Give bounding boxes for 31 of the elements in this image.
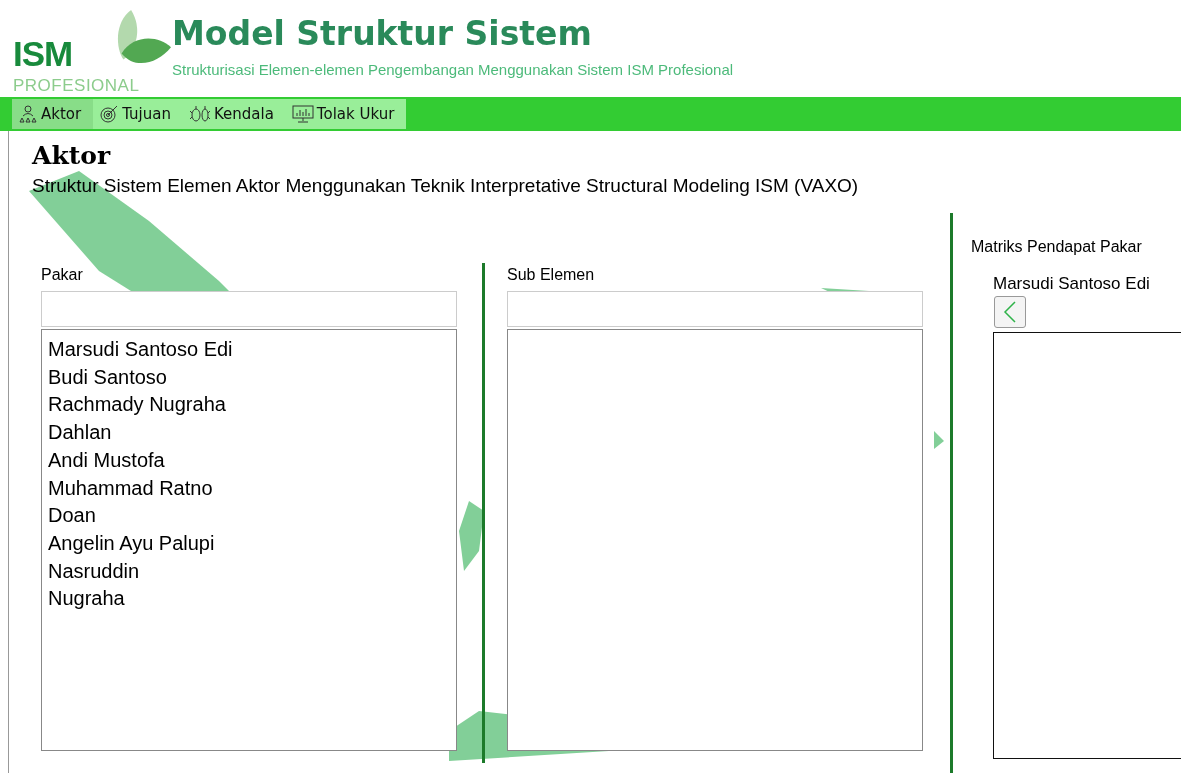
logo-text: ISM (13, 34, 73, 74)
chevron-left-icon (1003, 300, 1017, 324)
back-button[interactable] (994, 296, 1026, 328)
app-subtitle: Strukturisasi Elemen-elemen Pengembangan Menggunakan Sistem ISM Profesional (172, 61, 734, 78)
sub-element-label: Sub Elemen (507, 266, 596, 284)
expert-list-item[interactable]: Doan (48, 502, 450, 530)
search-field[interactable] (41, 291, 457, 327)
search-field[interactable] (507, 291, 923, 327)
pakar-label: Pakar (41, 266, 84, 284)
map-shape (459, 501, 484, 571)
expert-name: Marsudi Santoso Edi (993, 274, 1151, 294)
tab[interactable]: Aktor (12, 99, 94, 129)
chart-monitor-icon (291, 105, 314, 123)
expert-list-item[interactable]: Dahlan (48, 419, 450, 447)
app-title: Model Struktur Sistem (172, 14, 593, 53)
page-subtitle: Struktur Sistem Elemen Aktor Menggunakan Teknik Interpretative Structural Modeling ISM (VAXO) (32, 175, 860, 197)
bug-icon (188, 105, 211, 123)
target-icon (99, 105, 120, 123)
people-icon (18, 105, 38, 123)
expert-list-item[interactable]: Marsudi Santoso Edi (48, 336, 450, 364)
expert-list-item[interactable]: Angelin Ayu Palupi (48, 529, 450, 558)
expert-list-item[interactable]: Budi Santoso (48, 363, 450, 392)
expert-list-item[interactable]: Nugraha (48, 585, 450, 614)
expert-list-item[interactable]: Rachmady Nugraha (48, 391, 450, 420)
map-shape (934, 431, 944, 449)
page-title: Aktor (30, 140, 112, 171)
expert-list-item[interactable]: Andi Mustofa (48, 446, 450, 475)
matrix-label: Matriks Pendapat Pakar (971, 238, 1143, 256)
expert-list-item[interactable]: Muhammad Ratno (48, 474, 450, 503)
expert-list-item[interactable]: Nasruddin (48, 557, 450, 586)
logo-subtext: PROFESIONAL (13, 76, 140, 96)
